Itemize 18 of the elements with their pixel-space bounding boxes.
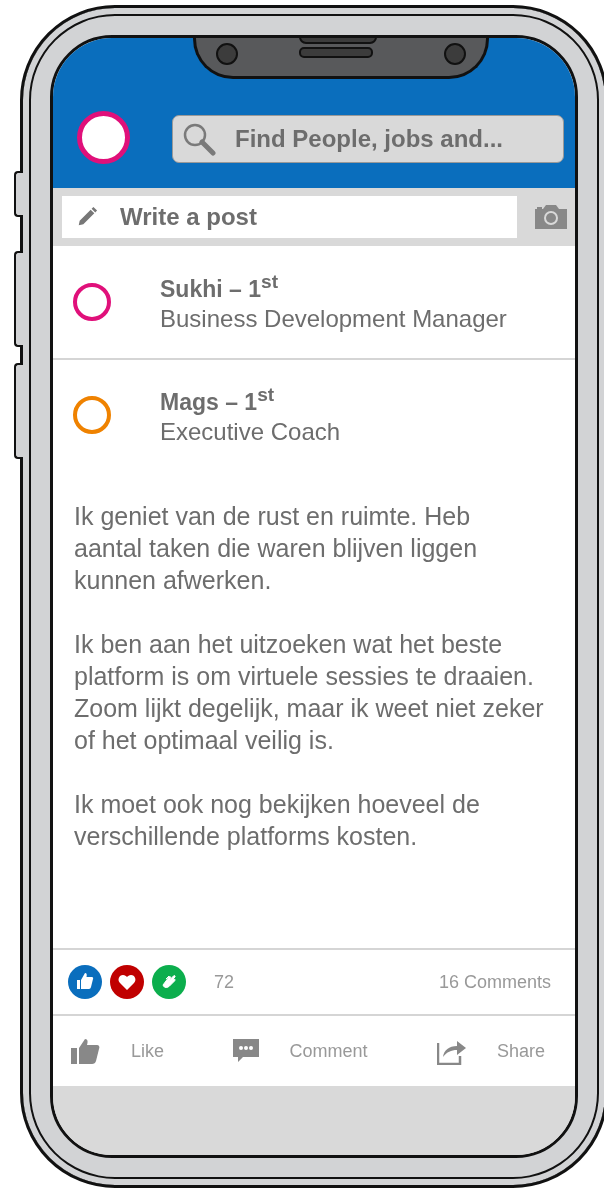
avatar[interactable] — [77, 111, 130, 164]
post-paragraph: Ik geniet van de rust en ruimte. Heb aantal taken die waren blijven liggen kunnen afwerken. — [74, 501, 479, 596]
reaction-count: 72 — [214, 971, 235, 993]
action-label[interactable]: Like — [131, 1040, 165, 1062]
comment-count[interactable]: 16 Comments — [438, 971, 551, 993]
search-field[interactable]: Find People, jobs and... — [172, 115, 564, 163]
post-field[interactable]: Write a post — [62, 196, 517, 238]
camera-icon[interactable] — [533, 203, 569, 231]
contact-name[interactable]: Mags – 1$^{st}$ — [160, 384, 341, 416]
post-paragraph: Ik moet ook nog bekijken hoeveel de verschillende platforms kosten. — [74, 789, 481, 852]
contact-title: Executive Coach — [160, 417, 341, 446]
thumbs-up-icon[interactable] — [71, 1038, 101, 1064]
contact-name[interactable]: Sukhi – 1$^{st}$ — [160, 271, 507, 303]
action-label[interactable]: Comment — [289, 1040, 368, 1062]
post-paragraph: Ik ben aan het uitzoeken wat het beste platform is om virtuele sessies te draaien. Zoom lijkt degelijk, maar ik weet niet zeker of het optimaal veilig is. — [74, 629, 545, 756]
contact-title: Business Development Manager — [160, 304, 507, 333]
speech-bubble-icon[interactable] — [233, 1039, 260, 1063]
action-label[interactable]: Share — [496, 1040, 545, 1062]
